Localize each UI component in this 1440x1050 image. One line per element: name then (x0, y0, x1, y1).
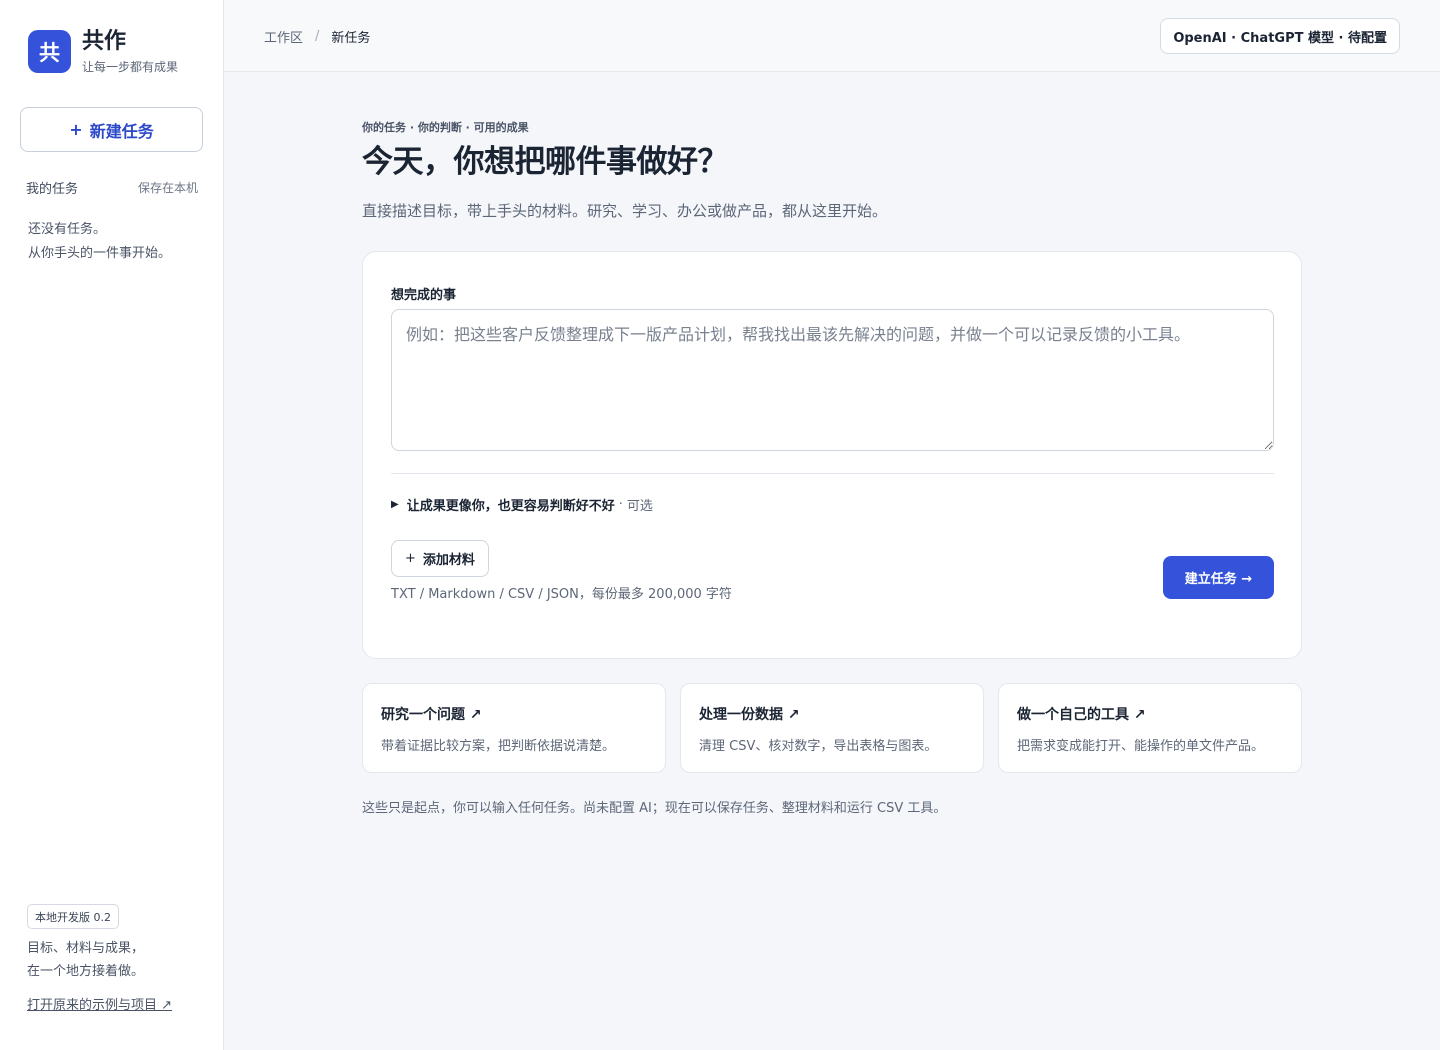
topbar: 工作区 / 新任务 OpenAI · ChatGPT 模型 · 待配置 (224, 0, 1440, 72)
optional-label: 让成果更像你，也更容易判断好不好 (406, 499, 615, 514)
breadcrumb-separator: / (315, 29, 320, 44)
version-badge: 本地开发版 0.2 (27, 904, 119, 929)
brand-name: 共作 (82, 29, 127, 54)
breadcrumb-current: 新任务 (331, 31, 371, 46)
tasks-saved-note: 保存在本机 (137, 181, 198, 195)
tasks-title: 我的任务 (26, 182, 79, 197)
tasks-header: 我的任务 保存在本机 (26, 178, 198, 197)
quick-start-title: 研究一个问题 ↗ (381, 707, 482, 723)
triangle-right-icon: ▶ (391, 499, 399, 510)
quick-start-title: 处理一份数据 ↗ (699, 707, 800, 723)
task-form-card: 想完成的事 ▶ 让成果更像你，也更容易判断好不好 · 可选 + 添加材料 TXT… (362, 251, 1302, 659)
breadcrumb-workspace[interactable]: 工作区 (264, 27, 303, 46)
file-type-hint: TXT / Markdown / CSV / JSON，每份最多 200,000… (391, 587, 732, 602)
quick-start-tool[interactable]: 做一个自己的工具 ↗ 把需求变成能打开、能操作的单文件产品。 (998, 683, 1302, 773)
sidebar: 共 共作 让每一步都有成果 + 新建任务 我的任务 保存在本机 还没有任务。 从… (0, 0, 224, 1050)
optional-separator: · (618, 497, 623, 512)
model-status-button[interactable]: OpenAI · ChatGPT 模型 · 待配置 (1160, 18, 1400, 54)
brand-text: 共作 让每一步都有成果 (82, 29, 178, 74)
breadcrumb: 工作区 / 新任务 (264, 27, 370, 46)
empty-line-1: 还没有任务。 (28, 222, 107, 237)
empty-tasks-message: 还没有任务。 从你手头的一件事开始。 (28, 218, 171, 266)
page-eyebrow: 你的任务 · 你的判断 · 可用的成果 (362, 121, 529, 134)
quick-start-desc: 清理 CSV、核对数字，导出表格与图表。 (699, 739, 938, 754)
quick-start-desc: 把需求变成能打开、能操作的单文件产品。 (1017, 739, 1265, 754)
brand-tagline: 让每一步都有成果 (82, 60, 179, 74)
new-task-label: 新建任务 (89, 121, 154, 141)
add-material-button[interactable]: + 添加材料 (391, 540, 489, 577)
new-task-button[interactable]: + 新建任务 (20, 107, 203, 152)
quick-start-data[interactable]: 处理一份数据 ↗ 清理 CSV、核对数字，导出表格与图表。 (680, 683, 984, 773)
desc-line-2: 在一个地方接着做。 (27, 964, 145, 979)
card-divider (391, 473, 1274, 474)
optional-tag: 可选 (626, 499, 653, 514)
page-title: 今天，你想把哪件事做好？ (362, 144, 729, 180)
optional-details-toggle[interactable]: ▶ 让成果更像你，也更容易判断好不好 · 可选 (391, 495, 653, 514)
create-task-button[interactable]: 建立任务 → (1163, 556, 1274, 599)
plus-icon: + (69, 120, 83, 139)
desc-line-1: 目标、材料与成果， (27, 941, 145, 956)
sidebar-description: 目标、材料与成果， 在一个地方接着做。 (27, 937, 144, 983)
brand[interactable]: 共 共作 让每一步都有成果 (28, 29, 178, 74)
add-material-label: 添加材料 (422, 553, 475, 568)
footer-note: 这些只是起点，你可以输入任何任务。尚未配置 AI；现在可以保存任务、整理材料和运… (362, 801, 947, 816)
open-examples-link[interactable]: 打开原来的示例与项目 ↗ (27, 994, 172, 1013)
page-subtitle: 直接描述目标，带上手头的材料。研究、学习、办公或做产品，都从这里开始。 (362, 202, 888, 220)
plus-icon: + (405, 551, 416, 566)
quick-start-research[interactable]: 研究一个问题 ↗ 带着证据比较方案，把判断依据说清楚。 (362, 683, 666, 773)
quick-start-desc: 带着证据比较方案，把判断依据说清楚。 (381, 739, 616, 754)
empty-line-2: 从你手头的一件事开始。 (28, 246, 172, 261)
brand-logo: 共 (28, 30, 71, 73)
goal-input[interactable] (391, 309, 1274, 451)
goal-label: 想完成的事 (391, 288, 457, 303)
quick-start-title: 做一个自己的工具 ↗ (1017, 707, 1146, 723)
